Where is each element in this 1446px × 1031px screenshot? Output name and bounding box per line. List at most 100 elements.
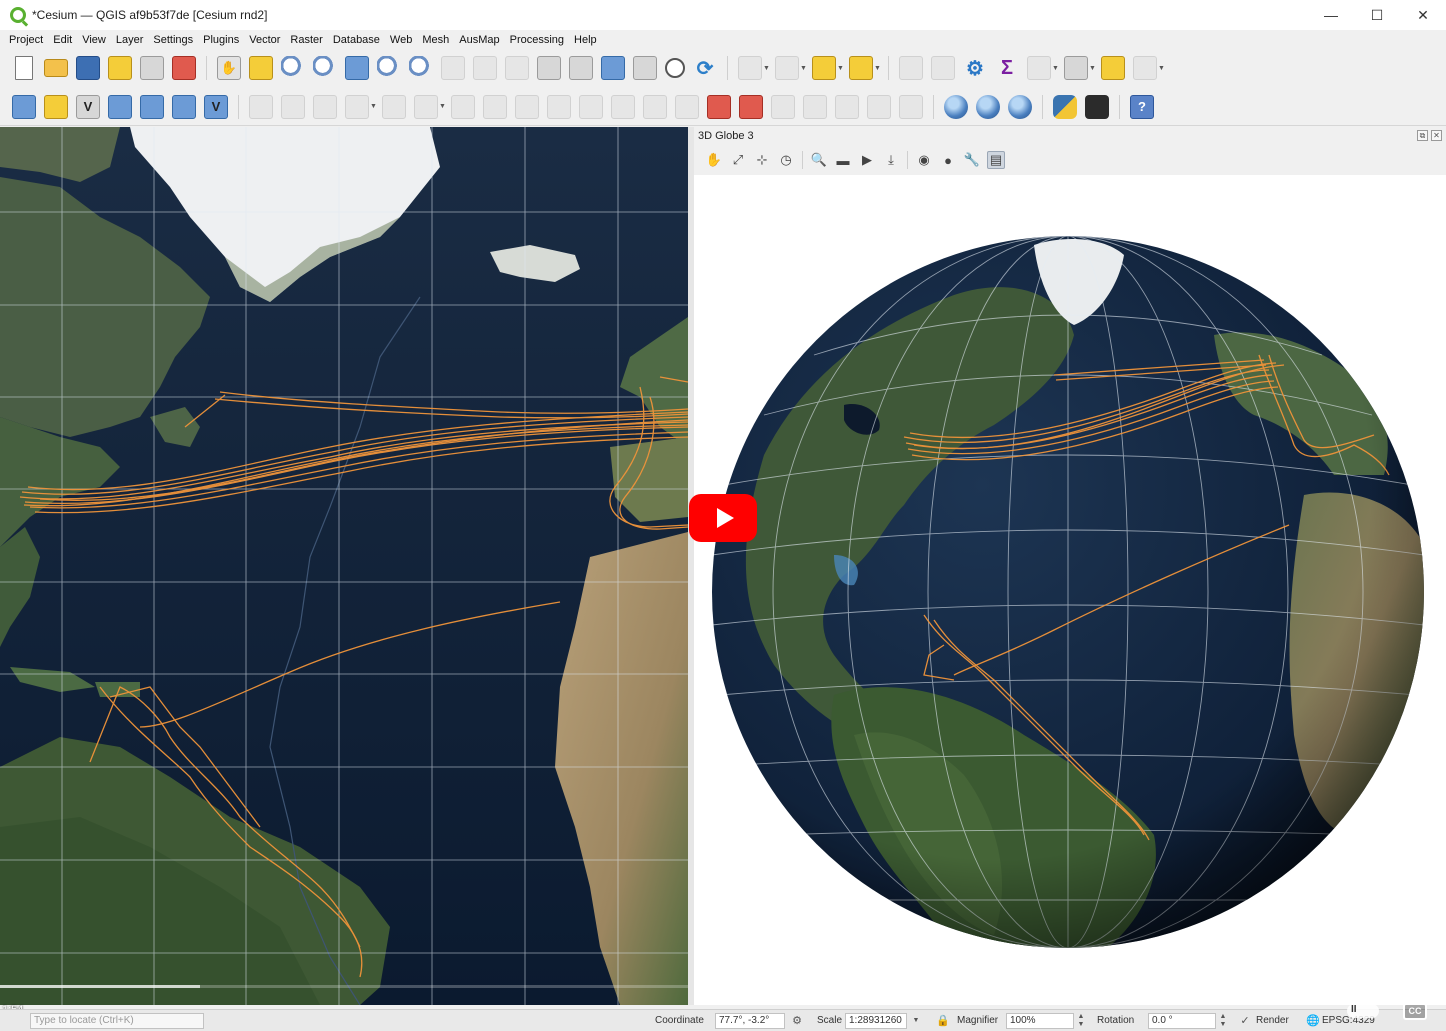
globe-settings-icon[interactable] <box>976 94 1000 119</box>
minimize-button[interactable]: — <box>1308 0 1354 30</box>
digitize-line-icon[interactable] <box>345 94 369 119</box>
toggle-editing-icon[interactable] <box>281 94 305 119</box>
paste-features-icon[interactable] <box>547 94 571 119</box>
chevron-down-icon[interactable]: ▼ <box>763 56 770 80</box>
current-edits-icon[interactable] <box>249 94 273 119</box>
maximize-button[interactable]: ☐ <box>1354 0 1400 30</box>
highlight-labels-icon[interactable] <box>739 94 763 119</box>
measure-line-icon[interactable] <box>1064 56 1088 80</box>
close-panel-button[interactable]: ✕ <box>1431 130 1442 141</box>
globe-layers-icon[interactable] <box>1008 94 1032 119</box>
magnifier-field[interactable]: 100% <box>1006 1013 1074 1029</box>
camera-icon[interactable]: ◉ <box>915 151 933 169</box>
label-toolbar-icon[interactable] <box>643 94 667 119</box>
new-bookmark-icon[interactable] <box>601 56 625 80</box>
magnifier-spinner-icon[interactable]: ▲ ▼ <box>1076 1013 1086 1029</box>
identify-icon[interactable]: 🔍 <box>810 151 828 169</box>
rotation-spinner-icon[interactable]: ▲ ▼ <box>1218 1013 1228 1029</box>
add-vector-layer-icon[interactable]: V <box>76 94 100 119</box>
zoom-full-icon[interactable] <box>345 56 369 80</box>
new-map-view-icon[interactable] <box>537 56 561 80</box>
copy-features-icon[interactable] <box>515 94 539 119</box>
autoplay-toggle[interactable] <box>1347 1004 1379 1018</box>
pan-hand-icon[interactable]: ✋ <box>705 151 723 169</box>
play-video-button[interactable] <box>689 494 757 542</box>
scale-field[interactable]: 1:28931260 <box>845 1013 907 1029</box>
add-virtual-layer-icon[interactable]: V <box>204 94 228 119</box>
zoom-next-icon[interactable] <box>505 56 529 80</box>
add-mesh-layer-icon[interactable] <box>172 94 196 119</box>
select-by-location-icon[interactable] <box>849 56 873 80</box>
save-edits-icon[interactable] <box>313 94 337 119</box>
crs-globe-icon[interactable]: 🌐 <box>1306 1014 1320 1028</box>
lock-scale-icon[interactable]: 🔒 <box>936 1014 950 1028</box>
zoom-to-selection-icon[interactable] <box>377 56 401 80</box>
menu-processing[interactable]: Processing <box>505 34 569 46</box>
delete-selected-icon[interactable] <box>451 94 475 119</box>
close-button[interactable]: ✕ <box>1400 0 1446 30</box>
menu-help[interactable]: Help <box>569 34 602 46</box>
globe-3d-view[interactable] <box>694 175 1446 1005</box>
toggle-on-screen-nav-icon[interactable]: ⊹ <box>753 151 771 169</box>
video-progress-bar[interactable] <box>0 985 688 988</box>
float-panel-button[interactable]: ⧉ <box>1417 130 1428 141</box>
menu-layer[interactable]: Layer <box>111 34 149 46</box>
plugin-icon[interactable] <box>1085 94 1109 119</box>
chevron-down-icon[interactable]: ▼ <box>874 56 881 80</box>
menu-view[interactable]: View <box>77 34 111 46</box>
settings-wrench-icon[interactable]: 🔧 <box>963 151 981 169</box>
zoom-in-icon[interactable] <box>281 56 305 80</box>
identify-icon[interactable] <box>899 56 923 80</box>
redo-icon[interactable] <box>611 94 635 119</box>
attribute-table-icon[interactable] <box>931 56 955 80</box>
toggle-extents-icon[interactable]: ⚙ <box>790 1014 804 1028</box>
show-hide-labels-icon[interactable] <box>867 94 891 119</box>
refresh-icon[interactable]: ⟳ <box>693 56 717 80</box>
temporal-controller-icon[interactable] <box>665 58 685 78</box>
chevron-down-icon[interactable]: ▼ <box>800 56 807 80</box>
rotate-label-icon[interactable] <box>803 94 827 119</box>
pan-to-selection-icon[interactable] <box>249 56 273 80</box>
measure-icon[interactable]: ▬ <box>834 151 852 169</box>
menu-web[interactable]: Web <box>385 34 417 46</box>
menu-mesh[interactable]: Mesh <box>417 34 454 46</box>
style-manager-icon[interactable] <box>172 56 196 80</box>
select-features-icon[interactable] <box>812 56 836 80</box>
open-project-icon[interactable] <box>44 59 68 77</box>
save-project-icon[interactable] <box>76 56 100 80</box>
menu-project[interactable]: Project <box>4 34 48 46</box>
zoom-last-icon[interactable] <box>473 56 497 80</box>
cut-features-icon[interactable] <box>483 94 507 119</box>
export-icon[interactable]: ⤓ <box>882 151 900 169</box>
render-checkbox[interactable]: ✓ <box>1238 1014 1252 1028</box>
new-geopackage-layer-icon[interactable] <box>44 94 68 119</box>
label-properties-icon[interactable] <box>899 94 923 119</box>
zoom-native-icon[interactable] <box>441 56 465 80</box>
move-label-icon[interactable] <box>771 94 795 119</box>
chevron-down-icon[interactable]: ▼ <box>1158 56 1165 80</box>
help-icon[interactable]: ? <box>1130 94 1154 119</box>
new-project-icon[interactable] <box>15 56 33 80</box>
closed-captions-button[interactable]: CC <box>1403 1003 1427 1020</box>
map-themes-icon[interactable]: ▤ <box>987 151 1005 169</box>
layer-labeling-icon[interactable] <box>707 94 731 119</box>
add-raster-layer-icon[interactable] <box>108 94 132 119</box>
new-print-layout-icon[interactable] <box>108 56 132 80</box>
chevron-down-icon[interactable]: ▼ <box>1089 56 1096 80</box>
add-delimited-text-icon[interactable] <box>140 94 164 119</box>
rotation-field[interactable]: 0.0 ° <box>1148 1013 1216 1029</box>
locator-search-input[interactable]: Type to locate (Ctrl+K) <box>30 1013 204 1029</box>
menu-edit[interactable]: Edit <box>48 34 77 46</box>
undo-icon[interactable] <box>579 94 603 119</box>
identify-features-icon[interactable] <box>738 56 762 80</box>
menu-plugins[interactable]: Plugins <box>198 34 244 46</box>
locate-icon[interactable] <box>1133 56 1157 80</box>
data-source-manager-icon[interactable] <box>12 94 36 119</box>
menu-raster[interactable]: Raster <box>285 34 327 46</box>
chevron-down-icon[interactable]: ▼ <box>370 95 377 119</box>
zoom-to-layer-icon[interactable] <box>409 56 433 80</box>
field-calculator-icon[interactable] <box>1027 56 1051 80</box>
show-bookmarks-icon[interactable] <box>633 56 657 80</box>
pin-labels-icon[interactable] <box>675 94 699 119</box>
new-3d-map-view-icon[interactable] <box>569 56 593 80</box>
